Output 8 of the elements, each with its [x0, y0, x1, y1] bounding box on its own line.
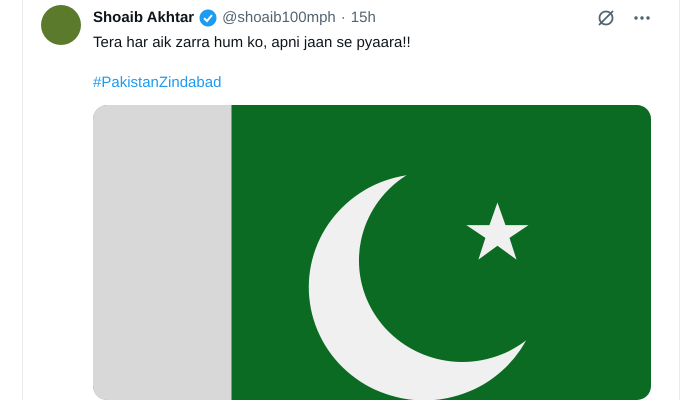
slashed-circle-icon[interactable]: [596, 8, 616, 28]
avatar[interactable]: [41, 5, 81, 45]
post-time[interactable]: 15h: [350, 9, 376, 26]
post-text: Tera har aik zarra hum ko, apni jaan se pyaara!!: [93, 32, 412, 53]
more-icon[interactable]: [633, 14, 651, 21]
author-handle[interactable]: @shoaib100mph: [222, 9, 336, 26]
separator: ·: [340, 9, 346, 26]
author-name[interactable]: Shoaib Akhtar: [93, 9, 194, 26]
